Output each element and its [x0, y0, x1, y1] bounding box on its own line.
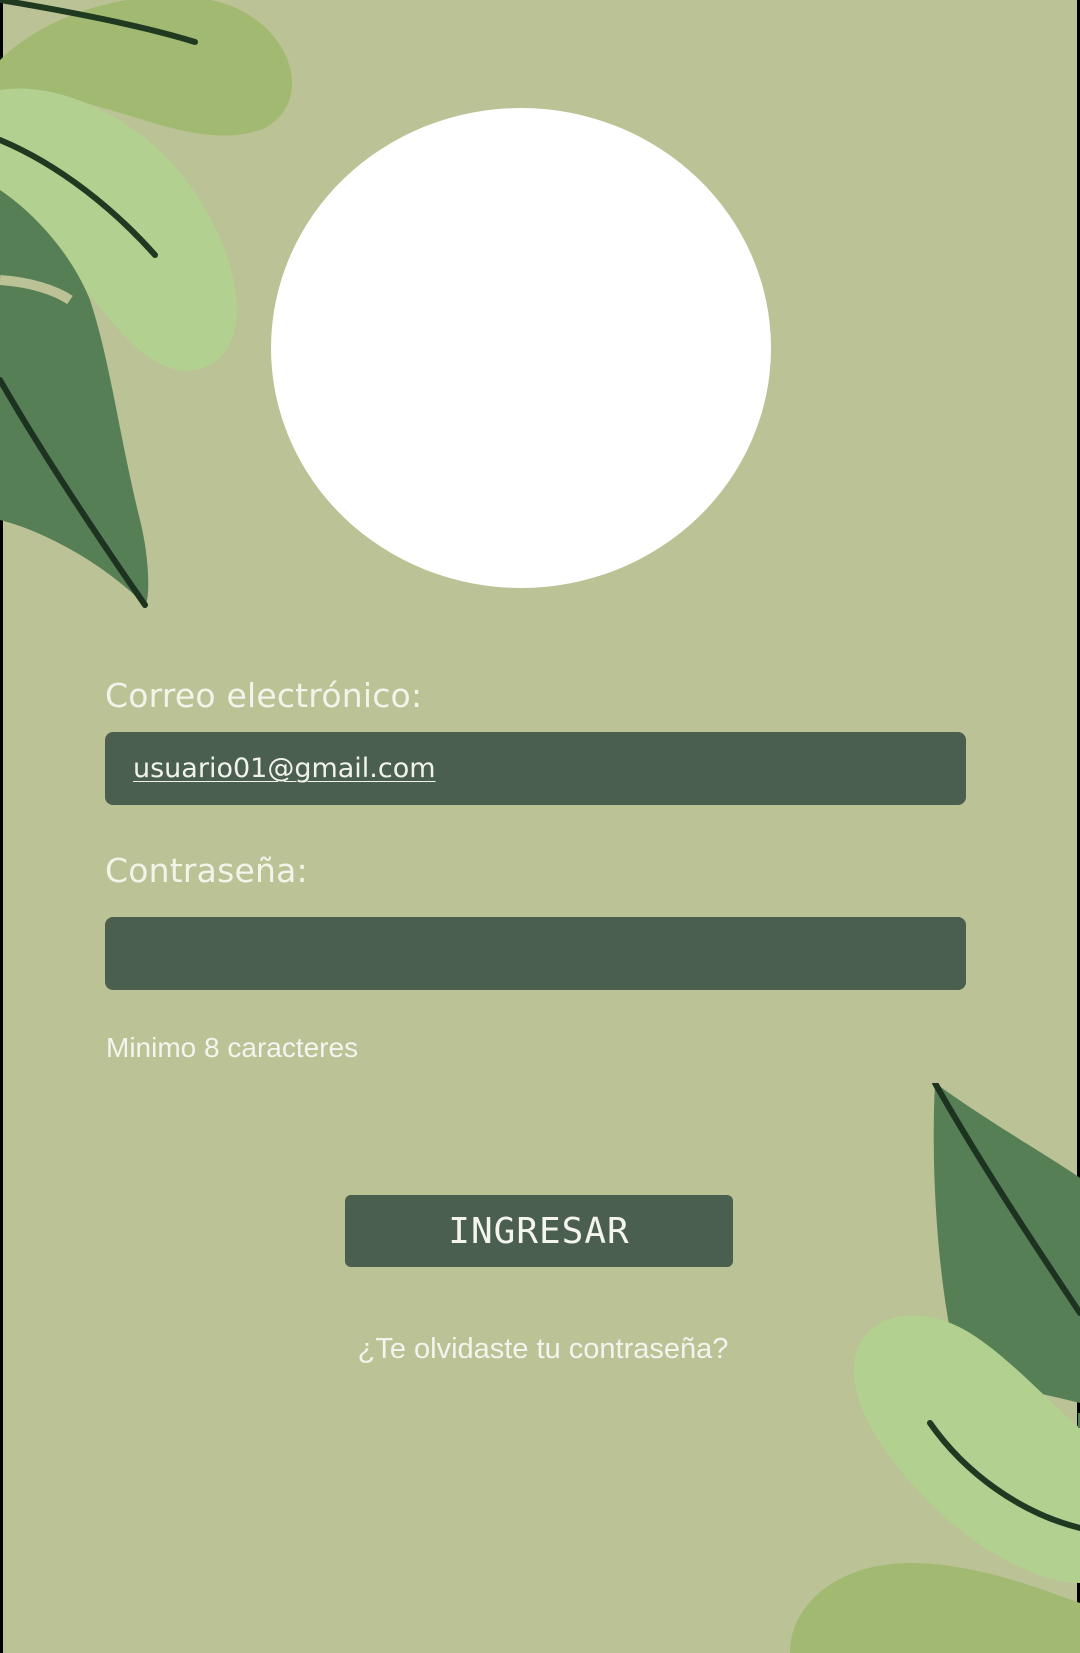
- leaves-decoration-bottom-right-icon: [790, 1083, 1080, 1653]
- profile-image-placeholder: [271, 108, 771, 588]
- login-button[interactable]: INGRESAR: [345, 1195, 733, 1267]
- email-field[interactable]: usuario01@gmail.com: [105, 732, 966, 805]
- forgot-password-link[interactable]: ¿Te olvidaste tu contraseña?: [0, 1333, 1080, 1366]
- email-label: Correo electrónico:: [105, 676, 423, 715]
- password-field[interactable]: [105, 917, 966, 990]
- password-hint: Minimo 8 caracteres: [106, 1032, 359, 1063]
- password-label: Contraseña:: [105, 851, 308, 890]
- login-button-label: INGRESAR: [448, 1210, 630, 1252]
- leaves-decoration-top-left-icon: [0, 0, 293, 608]
- email-field-value: usuario01@gmail.com: [133, 753, 436, 784]
